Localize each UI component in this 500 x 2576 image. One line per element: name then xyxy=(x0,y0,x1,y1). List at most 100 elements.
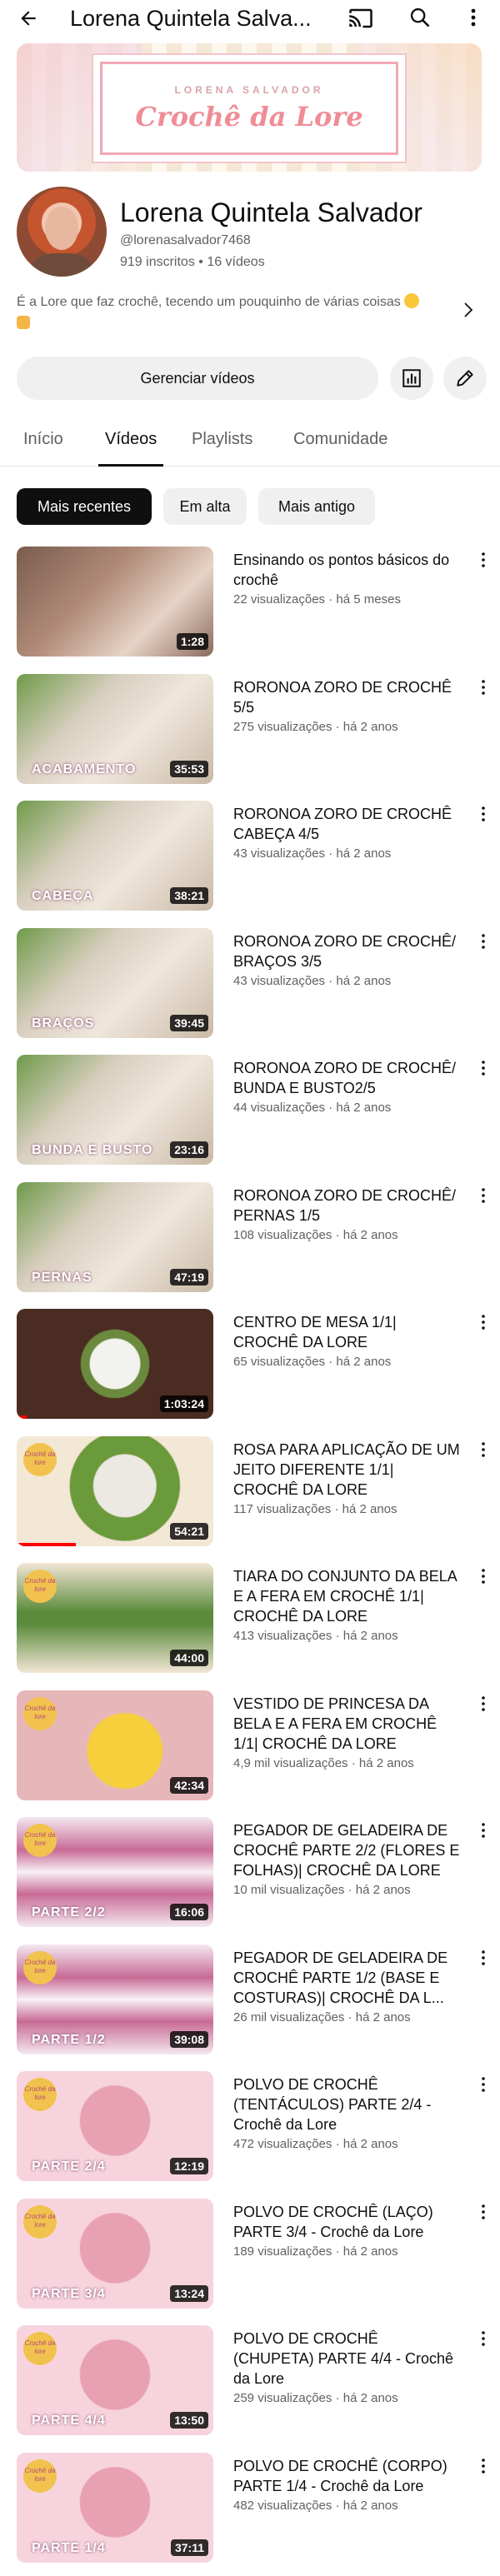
video-more-icon[interactable] xyxy=(475,1186,492,1206)
video-title[interactable]: RORONOA ZORO DE CROCHÊ CABEÇA 4/5 xyxy=(233,804,462,844)
video-title[interactable]: RORONOA ZORO DE CROCHÊ/ BRAÇOS 3/5 xyxy=(233,931,462,971)
video-thumbnail[interactable]: Crochê da lore PARTE 2/4 12:19 xyxy=(17,2071,213,2181)
video-item[interactable]: 1:03:24 CENTRO DE MESA 1/1| CROCHÊ DA LOR… xyxy=(0,1309,500,1425)
video-thumbnail[interactable]: 1:03:24 xyxy=(17,1309,213,1419)
manage-videos-button[interactable]: Gerenciar vídeos xyxy=(17,357,378,400)
video-thumbnail[interactable]: PERNAS 47:19 xyxy=(17,1182,213,1292)
chip-oldest[interactable]: Mais antigo xyxy=(258,488,375,525)
tab-home[interactable]: Início xyxy=(23,430,63,449)
video-info: ROSA PARA APLICAÇÃO DE UM JEITO DIFERENT… xyxy=(233,1440,462,1518)
chip-most-recent[interactable]: Mais recentes xyxy=(17,488,152,525)
video-title[interactable]: POLVO DE CROCHÊ (CORPO) PARTE 1/4 - Croc… xyxy=(233,2456,462,2496)
video-title[interactable]: Ensinando os pontos básicos do crochê xyxy=(233,550,462,590)
video-thumbnail[interactable]: BUNDA E BUSTO 23:16 xyxy=(17,1055,213,1165)
video-item[interactable]: 1:28 Ensinando os pontos básicos do croch… xyxy=(0,547,500,663)
search-icon[interactable] xyxy=(406,3,434,32)
thumbnail-caption: BRAÇOS xyxy=(32,1016,95,1031)
video-thumbnail[interactable]: Crochê da lore PARTE 1/4 37:11 xyxy=(17,2453,213,2563)
video-more-icon[interactable] xyxy=(475,1440,492,1460)
duration-badge: 12:19 xyxy=(170,2158,208,2174)
video-more-icon[interactable] xyxy=(475,1820,492,1840)
tab-community[interactable]: Comunidade xyxy=(293,430,388,449)
cast-icon[interactable] xyxy=(347,5,375,32)
video-age: há 2 anos xyxy=(342,1502,398,1516)
video-item[interactable]: BRAÇOS 39:45 RORONOA ZORO DE CROCHÊ/ BRAÇO… xyxy=(0,928,500,1045)
thumbnail-logo: Crochê da lore xyxy=(23,2078,57,2111)
channel-description[interactable]: É a Lore que faz crochê, tecendo um pouq… xyxy=(17,292,450,335)
video-thumbnail[interactable]: ACABAMENTO 35:53 xyxy=(17,674,213,784)
video-item[interactable]: Crochê da lore 54:21 ROSA PARA APLICAÇÃO D… xyxy=(0,1436,500,1553)
tab-videos[interactable]: Vídeos xyxy=(105,430,157,449)
video-item[interactable]: Crochê da lore PARTE 3/4 13:24 POLVO DE CRO… xyxy=(0,2199,500,2315)
video-age: há 2 anos xyxy=(342,2391,398,2405)
video-more-icon[interactable] xyxy=(475,2329,492,2349)
video-title[interactable]: POLVO DE CROCHÊ (CHUPETA) PARTE 4/4 - Cr… xyxy=(233,2329,462,2389)
video-more-icon[interactable] xyxy=(475,1948,492,1968)
video-more-icon[interactable] xyxy=(475,1058,492,1078)
video-title[interactable]: CENTRO DE MESA 1/1| CROCHÊ DA LORE xyxy=(233,1312,462,1352)
avatar-body xyxy=(32,253,92,277)
video-more-icon[interactable] xyxy=(475,1566,492,1586)
meta-separator: · xyxy=(325,846,337,861)
video-more-icon[interactable] xyxy=(475,2456,492,2476)
video-item[interactable]: Crochê da lore PARTE 1/2 39:08 PEGADOR DE G… xyxy=(0,1944,500,2061)
video-thumbnail[interactable]: Crochê da lore PARTE 3/4 13:24 xyxy=(17,2199,213,2309)
video-thumbnail[interactable]: BRAÇOS 39:45 xyxy=(17,928,213,1038)
video-more-icon[interactable] xyxy=(475,931,492,951)
video-item[interactable]: Crochê da lore PARTE 2/2 16:06 PEGADOR DE G… xyxy=(0,1817,500,1934)
video-age: há 2 anos xyxy=(342,720,398,734)
video-item[interactable]: CABEÇA 38:21 RORONOA ZORO DE CROCHÊ CABEÇA… xyxy=(0,801,500,917)
chip-popular[interactable]: Em alta xyxy=(163,488,247,525)
video-item[interactable]: Crochê da lore PARTE 4/4 13:50 POLVO DE CRO… xyxy=(0,2325,500,2442)
edit-channel-button[interactable] xyxy=(443,357,487,400)
video-more-icon[interactable] xyxy=(475,677,492,697)
video-more-icon[interactable] xyxy=(475,2202,492,2222)
video-title[interactable]: TIARA DO CONJUNTO DA BELA E A FERA EM CR… xyxy=(233,1566,462,1626)
video-item[interactable]: ACABAMENTO 35:53 RORONOA ZORO DE CROCHÊ 5/… xyxy=(0,674,500,791)
more-vert-icon[interactable] xyxy=(463,3,483,32)
video-thumbnail[interactable]: Crochê da lore PARTE 4/4 13:50 xyxy=(17,2325,213,2435)
video-more-icon[interactable] xyxy=(475,1312,492,1332)
video-thumbnail[interactable]: Crochê da lore PARTE 2/2 16:06 xyxy=(17,1817,213,1927)
video-title[interactable]: PEGADOR DE GELADEIRA DE CROCHÊ PARTE 1/2… xyxy=(233,1948,462,2008)
video-title[interactable]: RORONOA ZORO DE CROCHÊ/ BUNDA E BUSTO2/5 xyxy=(233,1058,462,1098)
video-more-icon[interactable] xyxy=(475,804,492,824)
video-thumbnail[interactable]: Crochê da lore 54:21 xyxy=(17,1436,213,1546)
video-info: RORONOA ZORO DE CROCHÊ/ BUNDA E BUSTO2/5… xyxy=(233,1058,462,1116)
video-thumbnail[interactable]: Crochê da lore 44:00 xyxy=(17,1563,213,1673)
video-title[interactable]: ROSA PARA APLICAÇÃO DE UM JEITO DIFERENT… xyxy=(233,1440,462,1500)
video-title[interactable]: PEGADOR DE GELADEIRA DE CROCHÊ PARTE 2/2… xyxy=(233,1820,462,1880)
thumbnail-logo: Crochê da lore xyxy=(23,2459,57,2493)
video-thumbnail[interactable]: 1:28 xyxy=(17,547,213,656)
video-item[interactable]: Crochê da lore PARTE 2/4 12:19 POLVO DE CRO… xyxy=(0,2071,500,2188)
video-meta: 22 visualizações · há 5 meses xyxy=(233,592,462,608)
video-info: POLVO DE CROCHÊ (TENTÁCULOS) PARTE 2/4 -… xyxy=(233,2074,462,2153)
video-more-icon[interactable] xyxy=(475,2074,492,2094)
video-thumbnail[interactable]: CABEÇA 38:21 xyxy=(17,801,213,911)
video-item[interactable]: Crochê da lore PARTE 1/4 37:11 POLVO DE CRO… xyxy=(0,2453,500,2569)
video-more-icon[interactable] xyxy=(475,1694,492,1714)
video-item[interactable]: Crochê da lore 42:34 VESTIDO DE PRINCESA D… xyxy=(0,1690,500,1807)
video-item[interactable]: BUNDA E BUSTO 23:16 RORONOA ZORO DE CROCHÊ… xyxy=(0,1055,500,1171)
video-more-icon[interactable] xyxy=(475,550,492,570)
video-meta: 43 visualizações · há 2 anos xyxy=(233,846,462,862)
video-item[interactable]: PERNAS 47:19 RORONOA ZORO DE CROCHÊ/ PERNA… xyxy=(0,1182,500,1299)
analytics-button[interactable] xyxy=(390,357,433,400)
avatar-face xyxy=(45,207,78,250)
tab-playlists[interactable]: Playlists xyxy=(192,430,252,449)
watch-progress-bar xyxy=(17,1543,76,1546)
channel-avatar[interactable] xyxy=(17,187,107,277)
video-thumbnail[interactable]: Crochê da lore 42:34 xyxy=(17,1690,213,1800)
back-arrow-icon[interactable] xyxy=(15,5,42,32)
chevron-right-icon[interactable] xyxy=(460,300,477,320)
video-title[interactable]: RORONOA ZORO DE CROCHÊ/ PERNAS 1/5 xyxy=(233,1186,462,1226)
video-title[interactable]: RORONOA ZORO DE CROCHÊ 5/5 xyxy=(233,677,462,717)
video-title[interactable]: POLVO DE CROCHÊ (LAÇO) PARTE 3/4 - Croch… xyxy=(233,2202,462,2242)
video-title[interactable]: POLVO DE CROCHÊ (TENTÁCULOS) PARTE 2/4 -… xyxy=(233,2074,462,2134)
duration-badge: 54:21 xyxy=(170,1523,208,1540)
video-item[interactable]: Crochê da lore 44:00 TIARA DO CONJUNTO DA … xyxy=(0,1563,500,1680)
video-thumbnail[interactable]: Crochê da lore PARTE 1/2 39:08 xyxy=(17,1944,213,2054)
video-title[interactable]: VESTIDO DE PRINCESA DA BELA E A FERA EM … xyxy=(233,1694,462,1754)
thumbnail-caption: PARTE 4/4 xyxy=(32,2414,106,2428)
meta-separator: · xyxy=(332,720,343,734)
